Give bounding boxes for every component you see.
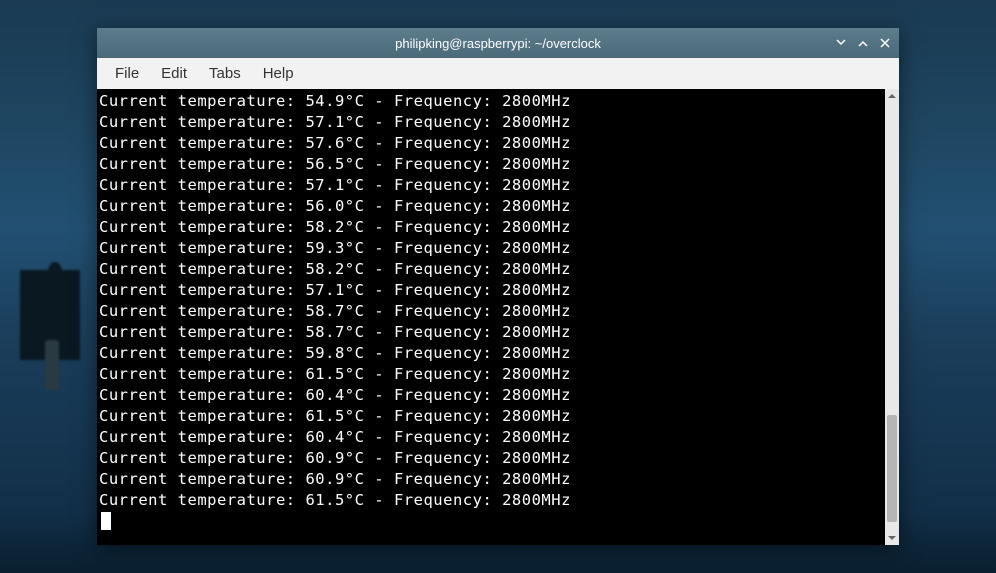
menu-tabs[interactable]: Tabs bbox=[199, 61, 251, 86]
terminal-line: Current temperature: 58.2°C - Frequency:… bbox=[99, 217, 883, 238]
chevron-up-icon bbox=[888, 92, 896, 100]
terminal-line: Current temperature: 58.7°C - Frequency:… bbox=[99, 322, 883, 343]
terminal-line: Current temperature: 57.1°C - Frequency:… bbox=[99, 112, 883, 133]
menu-help[interactable]: Help bbox=[253, 61, 304, 86]
terminal-line: Current temperature: 57.1°C - Frequency:… bbox=[99, 175, 883, 196]
scrollbar-track[interactable] bbox=[885, 103, 899, 531]
terminal-body-wrapper: Current temperature: 54.9°C - Frequency:… bbox=[97, 89, 899, 545]
close-icon bbox=[879, 37, 891, 49]
vertical-scrollbar[interactable] bbox=[885, 89, 899, 545]
terminal-window: philipking@raspberrypi: ~/overclock File… bbox=[97, 28, 899, 545]
terminal-line: Current temperature: 61.5°C - Frequency:… bbox=[99, 490, 883, 511]
minimize-button[interactable] bbox=[833, 35, 849, 51]
menubar: File Edit Tabs Help bbox=[97, 58, 899, 89]
terminal-line: Current temperature: 56.0°C - Frequency:… bbox=[99, 196, 883, 217]
chevron-down-icon bbox=[888, 534, 896, 542]
terminal-line: Current temperature: 59.8°C - Frequency:… bbox=[99, 343, 883, 364]
terminal-line: Current temperature: 61.5°C - Frequency:… bbox=[99, 406, 883, 427]
window-controls bbox=[833, 28, 893, 58]
terminal-output[interactable]: Current temperature: 54.9°C - Frequency:… bbox=[97, 89, 885, 545]
maximize-icon bbox=[857, 37, 869, 49]
menu-file[interactable]: File bbox=[105, 61, 149, 86]
terminal-line: Current temperature: 60.9°C - Frequency:… bbox=[99, 469, 883, 490]
terminal-line: Current temperature: 58.2°C - Frequency:… bbox=[99, 259, 883, 280]
terminal-line: Current temperature: 57.1°C - Frequency:… bbox=[99, 280, 883, 301]
terminal-line: Current temperature: 60.4°C - Frequency:… bbox=[99, 427, 883, 448]
close-button[interactable] bbox=[877, 35, 893, 51]
terminal-cursor-line bbox=[99, 511, 883, 532]
window-title: philipking@raspberrypi: ~/overclock bbox=[97, 36, 899, 51]
minimize-icon bbox=[835, 37, 847, 49]
terminal-line: Current temperature: 59.3°C - Frequency:… bbox=[99, 238, 883, 259]
menu-edit[interactable]: Edit bbox=[151, 61, 197, 86]
window-titlebar[interactable]: philipking@raspberrypi: ~/overclock bbox=[97, 28, 899, 58]
desktop-background-bird bbox=[20, 270, 80, 360]
maximize-button[interactable] bbox=[855, 35, 871, 51]
terminal-line: Current temperature: 57.6°C - Frequency:… bbox=[99, 133, 883, 154]
terminal-line: Current temperature: 61.5°C - Frequency:… bbox=[99, 364, 883, 385]
terminal-line: Current temperature: 58.7°C - Frequency:… bbox=[99, 301, 883, 322]
scrollbar-up-button[interactable] bbox=[885, 89, 899, 103]
terminal-cursor bbox=[101, 512, 111, 530]
scrollbar-down-button[interactable] bbox=[885, 531, 899, 545]
terminal-line: Current temperature: 56.5°C - Frequency:… bbox=[99, 154, 883, 175]
terminal-line: Current temperature: 54.9°C - Frequency:… bbox=[99, 91, 883, 112]
terminal-line: Current temperature: 60.9°C - Frequency:… bbox=[99, 448, 883, 469]
scrollbar-thumb[interactable] bbox=[887, 415, 897, 522]
terminal-line: Current temperature: 60.4°C - Frequency:… bbox=[99, 385, 883, 406]
